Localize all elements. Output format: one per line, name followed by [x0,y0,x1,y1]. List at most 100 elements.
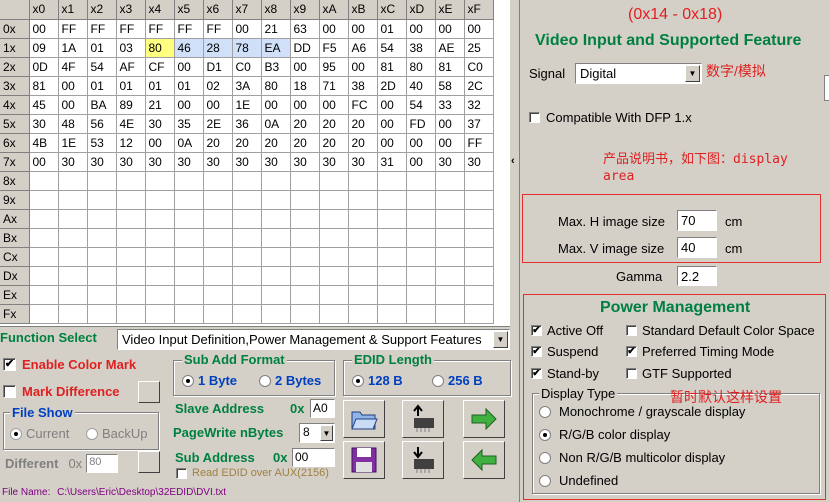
hex-cell[interactable] [203,266,233,286]
hex-cell[interactable]: 20 [290,133,320,153]
hex-cell[interactable]: 54 [377,38,407,58]
maxh-input[interactable]: 70 [677,210,717,231]
hex-cell[interactable]: 2C [464,76,494,96]
hex-cell[interactable]: 30 [232,152,262,172]
hex-cell[interactable] [87,209,117,229]
hex-cell[interactable]: 00 [435,133,465,153]
hex-cell[interactable]: 03 [116,38,146,58]
different-button[interactable] [138,451,160,473]
hex-cell[interactable]: FC [348,95,378,115]
hex-cell[interactable] [29,190,59,210]
hex-cell[interactable] [145,285,175,305]
hex-cell[interactable] [232,266,262,286]
hex-cell[interactable] [203,304,233,324]
hex-cell[interactable] [174,209,204,229]
hex-cell[interactable]: FF [464,133,494,153]
hex-cell[interactable]: FF [87,19,117,39]
hex-cell[interactable] [406,171,436,191]
edid-hex-grid[interactable]: x0 x1 x2 x3 x4 x5 x6 x7 x8 x9 xA xB xC xD xE xF 0x 00 FF FF… [0,0,517,327]
hex-cell[interactable] [406,228,436,248]
slave-address-input[interactable]: A0 [310,399,335,418]
hex-cell[interactable]: 56 [87,114,117,134]
hex-cell[interactable]: 20 [232,133,262,153]
hex-cell[interactable]: 54 [406,95,436,115]
sub-add-2bytes[interactable]: 2 Bytes [259,373,321,388]
hex-cell[interactable]: 95 [319,57,349,77]
hex-cell[interactable]: 00 [58,95,88,115]
hex-cell[interactable] [319,285,349,305]
hex-cell[interactable] [290,266,320,286]
hex-cell[interactable]: 00 [348,19,378,39]
hex-cell[interactable]: 00 [435,114,465,134]
save-file-button[interactable] [343,441,385,479]
write-edid-button[interactable] [402,441,444,479]
hex-cell[interactable] [464,285,494,305]
hex-cell[interactable] [348,247,378,267]
hex-cell[interactable] [406,304,436,324]
hex-cell[interactable]: 36 [232,114,262,134]
sub-add-1byte-radio[interactable] [182,374,194,387]
hex-cell[interactable] [87,285,117,305]
hex-cell[interactable] [435,228,465,248]
std-color[interactable]: Standard Default Color Space [626,323,815,338]
hex-cell[interactable]: FF [174,19,204,39]
hex-cell[interactable]: 00 [319,19,349,39]
hex-cell[interactable] [348,228,378,248]
hex-cell[interactable] [377,266,407,286]
hex-cell[interactable]: EA [261,38,291,58]
display-type-option[interactable]: R/G/B color display [539,427,670,442]
hex-cell[interactable] [203,247,233,267]
hex-cell[interactable]: 30 [58,152,88,172]
hex-cell[interactable]: 4F [58,57,88,77]
hex-cell[interactable] [58,266,88,286]
hex-cell[interactable] [232,247,262,267]
hex-cell[interactable] [87,228,117,248]
hex-cell[interactable] [116,228,146,248]
hex-cell[interactable]: 30 [203,152,233,172]
display-type-option[interactable]: Undefined [539,473,618,488]
hex-cell[interactable]: 20 [261,133,291,153]
hex-cell[interactable] [290,285,320,305]
hex-cell[interactable]: 2D [377,76,407,96]
hex-cell[interactable] [464,171,494,191]
hex-cell[interactable] [435,266,465,286]
display-type-radio[interactable] [539,428,551,441]
file-show-current-radio[interactable] [10,427,22,440]
hex-cell[interactable]: 25 [464,38,494,58]
mark-difference-checkbox[interactable] [3,385,16,398]
hex-cell[interactable] [145,209,175,229]
hex-cell[interactable]: 00 [290,57,320,77]
hex-cell[interactable]: 2E [203,114,233,134]
hex-cell[interactable]: 00 [435,19,465,39]
hex-cell[interactable] [435,247,465,267]
hex-cell[interactable] [377,304,407,324]
hex-cell[interactable] [232,228,262,248]
read-aux-checkbox[interactable] [176,467,187,479]
hex-cell[interactable]: 1A [58,38,88,58]
hex-cell[interactable] [464,247,494,267]
hex-cell[interactable]: 32 [464,95,494,115]
std-color-checkbox[interactable] [626,325,637,336]
hex-cell[interactable]: 00 [232,19,262,39]
hex-cell[interactable] [29,171,59,191]
hex-cell[interactable]: 00 [377,133,407,153]
hex-cell[interactable] [261,247,291,267]
hex-cell[interactable]: 00 [348,57,378,77]
hex-cell[interactable] [29,209,59,229]
back-button[interactable] [463,441,505,479]
dfp-compat[interactable]: Compatible With DFP 1.x [529,110,692,125]
hex-cell[interactable] [116,190,146,210]
hex-cell[interactable] [87,266,117,286]
hex-cell[interactable]: FF [116,19,146,39]
hex-cell[interactable]: 38 [348,76,378,96]
hex-cell[interactable]: 40 [406,76,436,96]
hex-cell[interactable]: 01 [116,76,146,96]
edid-length-128-radio[interactable] [352,374,364,387]
splitter-arrow-icon[interactable]: ‹ [511,155,515,167]
hex-cell[interactable]: 00 [145,133,175,153]
hex-cell[interactable]: 80 [261,76,291,96]
hex-cell[interactable] [116,304,146,324]
active-off-checkbox[interactable]: ✔ [531,325,542,336]
hex-cell[interactable]: 81 [377,57,407,77]
edid-length-128[interactable]: 128 B [352,373,403,388]
